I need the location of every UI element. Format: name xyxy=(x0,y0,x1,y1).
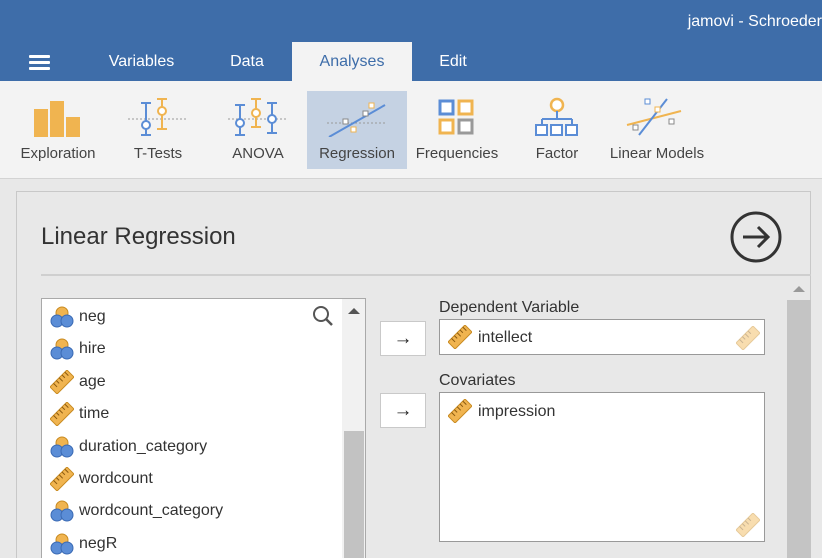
variable-list-item[interactable]: age xyxy=(42,366,342,398)
ribbon-factor[interactable]: Factor xyxy=(507,91,607,169)
variable-name: hire xyxy=(79,340,106,358)
variable-name: age xyxy=(79,372,106,390)
list-scroll-up-icon[interactable] xyxy=(348,308,360,314)
panel-title: Linear Regression xyxy=(41,223,236,250)
ribbon-regression-label: Regression xyxy=(319,145,395,162)
scroll-up-icon[interactable] xyxy=(793,286,805,292)
ribbon-exploration[interactable]: Exploration xyxy=(8,91,108,169)
variable-list-item[interactable]: neg xyxy=(42,301,342,333)
exploration-icon xyxy=(34,101,80,137)
dependent-variable-box[interactable]: intellect xyxy=(439,319,765,355)
linear-models-icon xyxy=(626,98,682,136)
ribbon-t-tests-label: T-Tests xyxy=(133,145,183,162)
dependent-variable-name: intellect xyxy=(478,329,533,346)
allowed-type-ruler-icon xyxy=(736,326,760,350)
ribbon-linear-models[interactable]: Linear Models xyxy=(607,91,707,169)
variable-name: wordcount_category xyxy=(79,502,224,520)
covariate-name: impression xyxy=(478,403,556,420)
ribbon-regression[interactable]: Regression xyxy=(307,91,407,169)
dependent-variable-label: Dependent Variable xyxy=(439,299,580,316)
tab-variables[interactable]: Variables xyxy=(90,42,193,81)
variable-name: wordcount xyxy=(79,470,153,487)
variable-name: negR xyxy=(79,534,118,552)
variable-list[interactable]: neg hire age time duration_category wordcount… xyxy=(41,298,366,558)
continuous-ruler-icon xyxy=(49,369,75,399)
panel-scroll-thumb[interactable] xyxy=(787,300,811,558)
menu-icon[interactable] xyxy=(29,55,50,70)
anova-icon xyxy=(228,98,288,136)
tab-edit[interactable]: Edit xyxy=(420,42,486,81)
title-bar: jamovi - Schroeder Variables Data Analys… xyxy=(0,0,822,81)
variable-name: duration_category xyxy=(79,437,208,455)
ribbon-anova[interactable]: ANOVA xyxy=(208,91,308,169)
variable-list-scrollbar[interactable] xyxy=(342,299,365,558)
frequencies-icon xyxy=(438,99,474,135)
continuous-ruler-icon xyxy=(49,401,75,431)
panel-scrollbar[interactable] xyxy=(787,278,811,558)
dependent-variable-item[interactable]: intellect xyxy=(447,324,532,354)
variable-list-item[interactable]: negR xyxy=(42,528,342,558)
variable-list-item[interactable]: hire xyxy=(42,333,342,365)
move-to-dependent-button[interactable]: → xyxy=(380,321,426,356)
variable-list-item[interactable]: wordcount xyxy=(42,463,342,495)
tab-analyses[interactable]: Analyses xyxy=(292,42,412,81)
ribbon-t-tests[interactable]: T-Tests xyxy=(108,91,208,169)
search-icon[interactable] xyxy=(312,305,334,327)
factor-icon xyxy=(535,97,578,136)
covariate-item[interactable]: impression xyxy=(447,398,555,428)
variable-name: neg xyxy=(79,308,106,325)
nominal-variable-icon xyxy=(50,499,74,528)
ribbon-exploration-label: Exploration xyxy=(20,145,96,162)
ribbon-linear-models-label: Linear Models xyxy=(609,145,705,162)
analyses-ribbon: Exploration T-Tests ANOVA Regression Fre… xyxy=(0,81,822,179)
list-scroll-thumb[interactable] xyxy=(344,431,364,558)
ribbon-frequencies-label: Frequencies xyxy=(415,145,499,162)
allowed-type-ruler-icon xyxy=(736,513,760,537)
variable-name: time xyxy=(79,405,110,423)
title-separator xyxy=(41,274,811,276)
nominal-variable-icon xyxy=(50,305,74,334)
tab-data[interactable]: Data xyxy=(208,42,286,81)
nominal-variable-icon xyxy=(50,532,74,558)
continuous-ruler-icon xyxy=(447,324,473,350)
nominal-variable-icon xyxy=(50,337,74,366)
analysis-options-panel: Linear Regression neg hire age time duration… xyxy=(16,191,811,558)
window-title: jamovi - Schroeder xyxy=(687,13,822,30)
move-to-covariates-button[interactable]: → xyxy=(380,393,426,428)
variable-list-item[interactable]: duration_category xyxy=(42,431,342,463)
covariates-label: Covariates xyxy=(439,372,516,389)
continuous-ruler-icon xyxy=(49,466,75,496)
variable-list-item[interactable]: time xyxy=(42,398,342,430)
ribbon-frequencies[interactable]: Frequencies xyxy=(407,91,507,169)
run-arrow-icon[interactable] xyxy=(729,210,783,264)
t-tests-icon xyxy=(128,98,188,136)
ribbon-anova-label: ANOVA xyxy=(232,145,284,162)
nominal-variable-icon xyxy=(50,435,74,464)
continuous-ruler-icon xyxy=(447,398,473,424)
covariates-box[interactable]: impression xyxy=(439,392,765,542)
ribbon-factor-label: Factor xyxy=(535,145,579,162)
regression-icon xyxy=(327,102,387,137)
variable-list-item[interactable]: wordcount_category xyxy=(42,495,342,527)
